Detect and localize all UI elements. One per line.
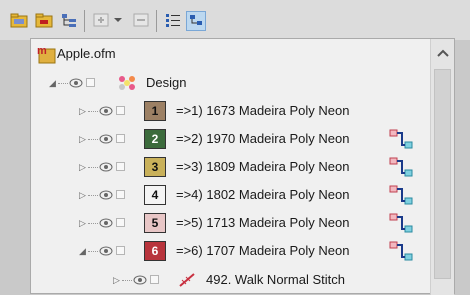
properties-icon[interactable] [186,11,206,31]
ofm-file-icon: m [36,43,58,70]
eye-icon[interactable] [133,275,147,285]
chevron-up-icon[interactable] [436,47,450,59]
thread-format-icon [389,241,413,261]
eye-icon[interactable] [99,134,113,144]
expand-icon[interactable]: ▷ [79,134,86,145]
color-row[interactable]: ▷ 5 =>5) 1713 Madeira Poly Neon [31,212,431,234]
expand-icon[interactable]: ▷ [79,218,86,229]
color-row[interactable]: ▷ 1 =>1) 1673 Madeira Poly Neon [31,100,431,122]
color-swatch: 1 [144,101,166,121]
color-swatch: 5 [144,213,166,233]
color-checkbox[interactable] [116,134,125,143]
walk-stitch-icon [179,273,195,287]
dropdown-arrow-icon[interactable] [112,11,124,29]
color-row[interactable]: ◢ 6 =>6) 1707 Madeira Poly Neon [31,240,431,262]
color-swatch-number: 2 [151,132,159,146]
collapse-icon[interactable]: ◢ [79,246,86,257]
expand-icon[interactable]: ▷ [113,275,120,286]
color-swatch: 6 [144,241,166,261]
color-swatch-number: 1 [151,104,159,118]
collapse-icon[interactable]: ◢ [49,78,56,89]
color-checkbox[interactable] [116,190,125,199]
color-swatch-number: 3 [151,160,159,174]
color-label: =>2) 1970 Madeira Poly Neon [176,131,350,146]
eye-icon[interactable] [99,106,113,116]
color-swatch: 4 [144,185,166,205]
eye-icon[interactable] [69,78,83,88]
color-swatch-number: 4 [151,188,159,202]
design-checkbox[interactable] [86,78,95,87]
stitch-label: 492. Walk Normal Stitch [206,272,345,287]
eye-icon[interactable] [99,246,113,256]
expand-icon[interactable]: ▷ [79,106,86,117]
scrollbar-thumb[interactable] [434,69,451,279]
object-tree-panel: m Apple.ofm ◢ Design ▷ 1 =>1) 1673 Madei… [30,38,455,295]
vertical-scrollbar[interactable] [430,39,454,295]
thread-format-icon [389,129,413,149]
color-swatch-number: 6 [151,244,159,258]
color-label: =>3) 1809 Madeira Poly Neon [176,159,350,174]
color-label: =>1) 1673 Madeira Poly Neon [176,103,350,118]
expand-icon[interactable]: ▷ [79,162,86,173]
toolbar [0,0,470,40]
list-icon[interactable] [164,11,182,29]
thread-format-icon [389,213,413,233]
design-icon [117,73,137,98]
remove-icon[interactable] [132,11,150,29]
eye-icon[interactable] [99,162,113,172]
thread-format-icon [389,157,413,177]
color-checkbox[interactable] [116,106,125,115]
color-checkbox[interactable] [116,246,125,255]
folder-icon[interactable] [35,11,53,29]
color-row[interactable]: ▷ 3 =>3) 1809 Madeira Poly Neon [31,156,431,178]
color-swatch-number: 5 [151,216,159,230]
color-row[interactable]: ▷ 2 =>2) 1970 Madeira Poly Neon [31,128,431,150]
stitch-row[interactable]: ▷ 492. Walk Normal Stitch [31,269,431,291]
color-swatch: 3 [144,157,166,177]
color-label: =>6) 1707 Madeira Poly Neon [176,243,350,258]
tree-root-row[interactable]: m Apple.ofm [31,43,431,65]
color-swatch: 2 [144,129,166,149]
tree-design-row[interactable]: ◢ Design [31,72,431,94]
add-icon[interactable] [92,11,110,29]
stitch-checkbox[interactable] [150,275,159,284]
color-checkbox[interactable] [116,218,125,227]
tree-view-icon[interactable] [60,11,78,29]
color-row[interactable]: ▷ 4 =>4) 1802 Madeira Poly Neon [31,184,431,206]
color-label: =>5) 1713 Madeira Poly Neon [176,215,350,230]
design-label: Design [146,75,187,90]
eye-icon[interactable] [99,218,113,228]
color-checkbox[interactable] [116,162,125,171]
tree-root-label: Apple.ofm [57,46,116,61]
thread-format-icon [389,185,413,205]
svg-text:m: m [37,45,47,57]
eye-icon[interactable] [99,190,113,200]
color-label: =>4) 1802 Madeira Poly Neon [176,187,350,202]
open-folder-icon[interactable] [10,11,28,29]
expand-icon[interactable]: ▷ [79,190,86,201]
